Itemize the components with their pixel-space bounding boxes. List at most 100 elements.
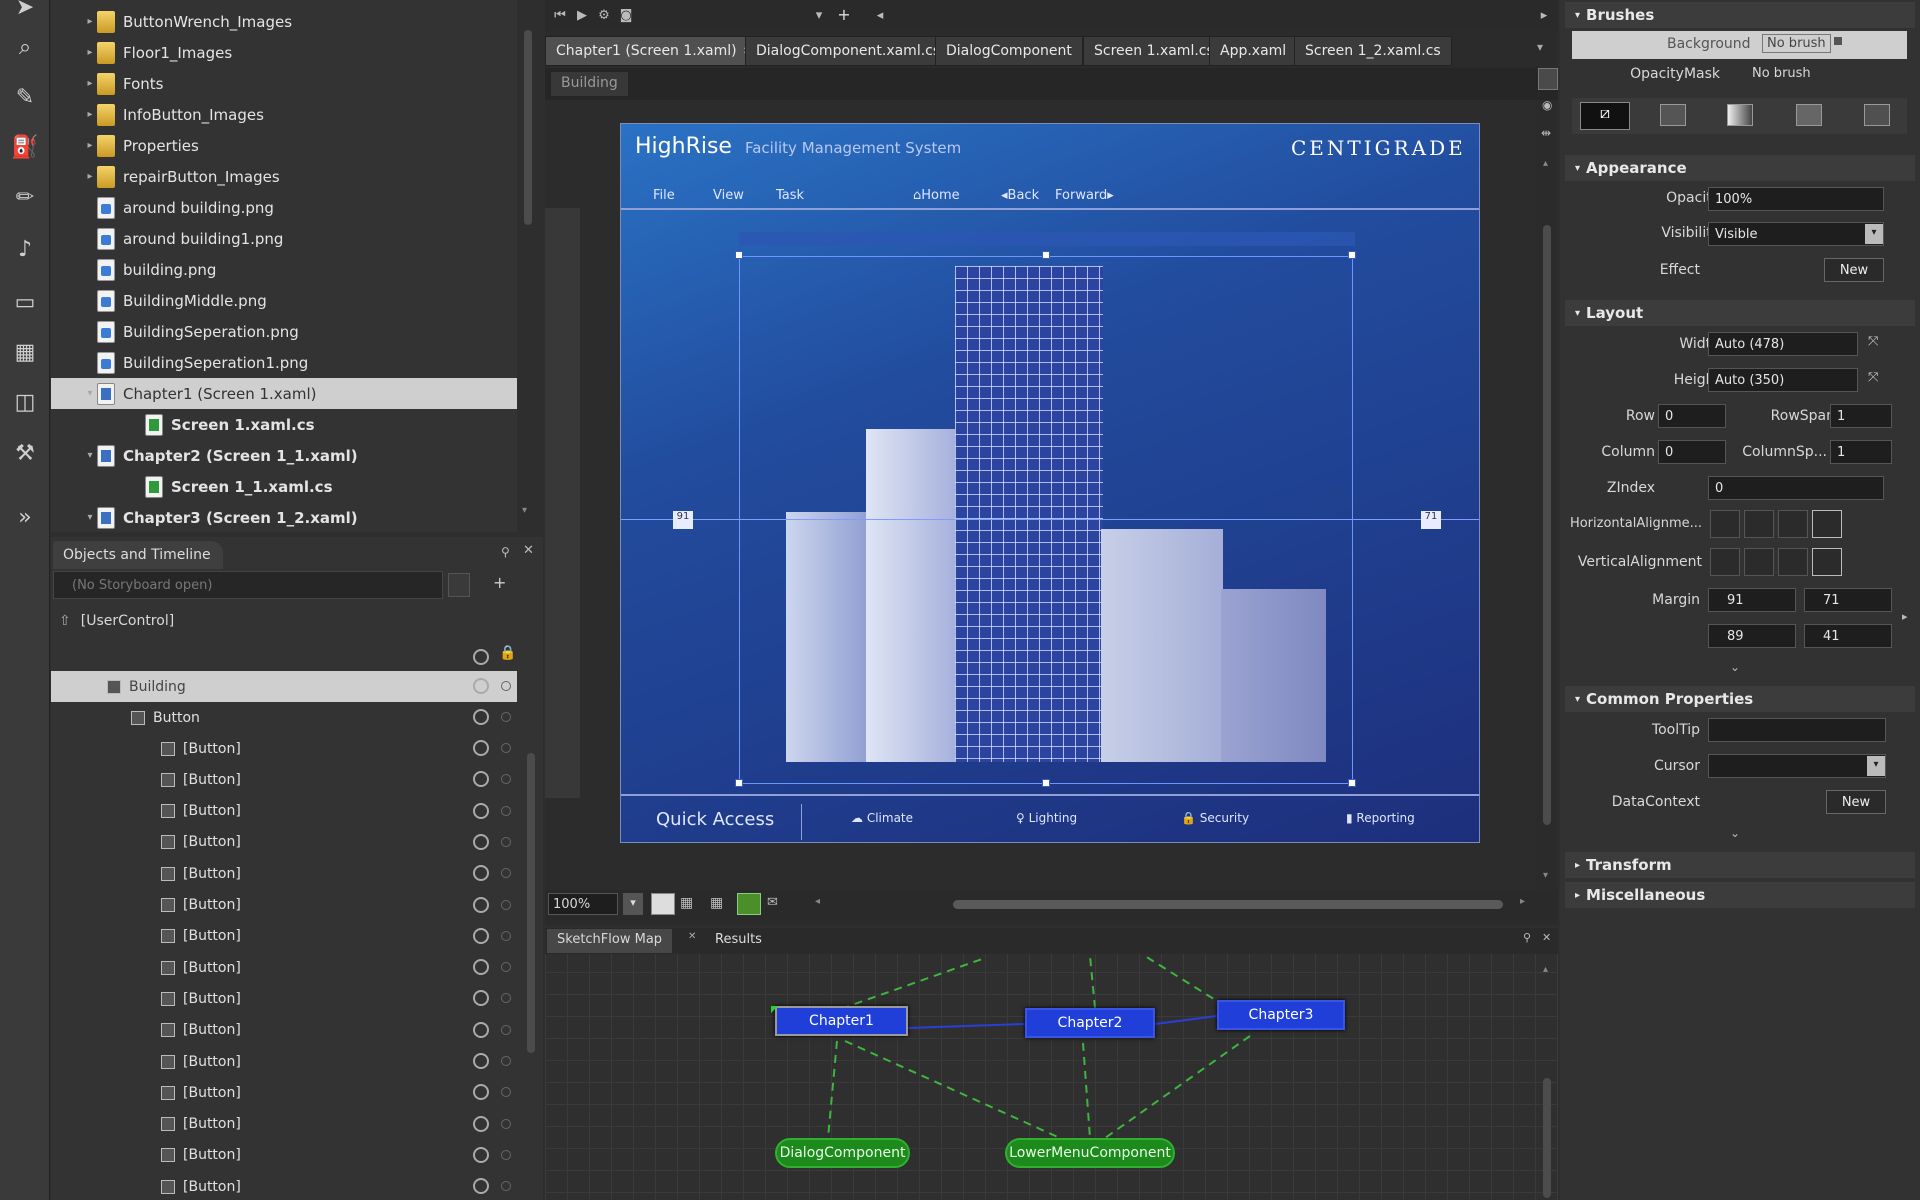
- document-tab[interactable]: Screen 1_2.xaml.cs: [1294, 36, 1452, 66]
- opacitymask-value[interactable]: No brush: [1752, 66, 1811, 81]
- scroll-left-icon[interactable]: ◂: [815, 896, 820, 907]
- eye-icon[interactable]: [473, 1178, 489, 1195]
- project-tree-item[interactable]: BuildingSeperation.png: [51, 316, 517, 347]
- resource-brush-icon[interactable]: [1864, 104, 1890, 126]
- height-field[interactable]: Auto (350): [1708, 368, 1858, 392]
- object-row-building[interactable]: Building: [51, 671, 517, 702]
- artboard-mode-icon[interactable]: [1538, 68, 1558, 90]
- object-row-child-button[interactable]: [Button]: [51, 983, 517, 1014]
- project-tree-item[interactable]: building.png: [51, 254, 517, 285]
- menu-view[interactable]: View: [713, 188, 744, 203]
- climate-button[interactable]: ☁ Climate: [851, 811, 913, 825]
- project-tree-item[interactable]: BuildingMiddle.png: [51, 285, 517, 316]
- project-scrollbar[interactable]: [524, 30, 532, 225]
- section-common-properties[interactable]: ▾ Common Properties: [1565, 686, 1915, 712]
- object-row-child-button[interactable]: [Button]: [51, 921, 517, 952]
- object-row-child-button[interactable]: [Button]: [51, 827, 517, 858]
- resize-handle[interactable]: [1042, 251, 1050, 259]
- snap-lines-icon[interactable]: [737, 893, 761, 915]
- flow-node-dialogcomponent[interactable]: DialogComponent: [775, 1138, 910, 1168]
- lock-toggle-icon[interactable]: [501, 1149, 511, 1160]
- document-tab[interactable]: App.xaml: [1209, 36, 1298, 66]
- expander-icon[interactable]: ▸: [83, 109, 97, 120]
- margin-left-field[interactable]: 91: [1708, 588, 1796, 612]
- rowspan-field[interactable]: 1: [1830, 404, 1892, 428]
- project-tree-item[interactable]: ▾ Chapter3 (Screen 1_2.xaml): [51, 502, 517, 533]
- section-brushes[interactable]: ▾ Brushes: [1565, 2, 1915, 28]
- document-tab[interactable]: DialogComponent.xaml.cs: [745, 36, 952, 66]
- project-tree-item[interactable]: around building.png: [51, 192, 517, 223]
- valign-stretch-icon[interactable]: [1812, 548, 1842, 576]
- expand-more-icon[interactable]: ⌄: [1730, 660, 1740, 674]
- align-right-icon[interactable]: [1778, 510, 1808, 538]
- object-row-child-button[interactable]: [Button]: [51, 1077, 517, 1108]
- reporting-button[interactable]: ▮ Reporting: [1346, 811, 1415, 825]
- nav-forward[interactable]: Forward▸: [1055, 188, 1114, 203]
- objects-tab[interactable]: Objects and Timeline: [53, 541, 223, 569]
- object-row-child-button[interactable]: [Button]: [51, 858, 517, 889]
- chevron-left-icon[interactable]: ◂: [871, 6, 889, 24]
- nav-back[interactable]: ◂Back: [1001, 188, 1039, 203]
- lock-toggle-icon[interactable]: [501, 1024, 511, 1035]
- props-scroll-indicator[interactable]: ▸: [1902, 610, 1908, 623]
- align-left-icon[interactable]: [1710, 510, 1740, 538]
- vertical-scrollbar[interactable]: [1543, 225, 1551, 825]
- object-row-child-button[interactable]: [Button]: [51, 764, 517, 795]
- lighting-button[interactable]: ♀ Lighting: [1016, 811, 1077, 825]
- eye-icon[interactable]: [473, 959, 489, 976]
- nav-home[interactable]: ⌂Home: [913, 188, 960, 203]
- lock-toggle-icon[interactable]: [501, 962, 511, 973]
- lock-toggle-icon[interactable]: [501, 993, 511, 1004]
- width-field[interactable]: Auto (478): [1708, 332, 1858, 356]
- menu-task[interactable]: Task: [776, 188, 804, 203]
- visibility-select[interactable]: Visible: [1708, 222, 1884, 246]
- lock-icon[interactable]: 🔒: [499, 645, 516, 661]
- section-miscellaneous[interactable]: ▸ Miscellaneous: [1565, 882, 1915, 908]
- valign-top-icon[interactable]: [1710, 548, 1740, 576]
- project-tree-item[interactable]: ▸ Floor1_Images: [51, 37, 517, 68]
- zindex-field[interactable]: 0: [1708, 476, 1884, 500]
- auto-size-icon[interactable]: ⤧: [1868, 370, 1878, 385]
- datacontext-new-button[interactable]: New: [1826, 790, 1886, 814]
- chevron-down-icon[interactable]: ▾: [1867, 756, 1885, 776]
- eye-icon[interactable]: [473, 649, 489, 665]
- document-tab[interactable]: Chapter1 (Screen 1.xaml) ✕: [545, 36, 762, 66]
- rectangle-tool-icon[interactable]: ▭: [8, 285, 42, 319]
- resize-handle[interactable]: [1042, 779, 1050, 787]
- play-icon[interactable]: ▶: [573, 6, 591, 24]
- zoom-tool-icon[interactable]: ⌕: [8, 30, 42, 64]
- objects-scrollbar[interactable]: [527, 753, 535, 1053]
- eye-icon[interactable]: [473, 1146, 489, 1163]
- expander-icon[interactable]: ▸: [83, 47, 97, 58]
- map-scrollbar[interactable]: [1543, 1078, 1551, 1198]
- expander-icon[interactable]: ▸: [83, 78, 97, 89]
- project-tree-item[interactable]: BuildingSeperation1.png: [51, 347, 517, 378]
- scope-up-icon[interactable]: ⇧: [59, 613, 71, 629]
- flow-node-chapter2[interactable]: Chapter2: [1025, 1008, 1155, 1038]
- cursor-select[interactable]: [1708, 754, 1886, 778]
- back-nav-icon[interactable]: ⏮: [551, 6, 569, 24]
- eye-icon[interactable]: [473, 1115, 489, 1132]
- expander-icon[interactable]: ▸: [83, 171, 97, 182]
- eye-icon[interactable]: [473, 771, 489, 788]
- assets-expand-icon[interactable]: »: [8, 500, 42, 534]
- scroll-right-icon[interactable]: ▸: [1520, 896, 1525, 907]
- asset-tool-icon[interactable]: ⚒: [8, 436, 42, 470]
- close-icon[interactable]: ✕: [523, 543, 534, 558]
- expand-more-icon[interactable]: ⌄: [1730, 826, 1740, 840]
- storyboard-close-button[interactable]: [448, 573, 470, 597]
- object-row-child-button[interactable]: [Button]: [51, 890, 517, 921]
- valign-bottom-icon[interactable]: [1778, 548, 1808, 576]
- split-icon[interactable]: ⇹: [1541, 126, 1551, 140]
- flow-node-chapter3[interactable]: Chapter3: [1217, 1000, 1345, 1030]
- scroll-up-icon[interactable]: ▴: [1543, 964, 1548, 975]
- eye-icon[interactable]: [473, 678, 489, 694]
- eye-icon[interactable]: [473, 1021, 489, 1038]
- grid-icon[interactable]: ▦: [680, 895, 693, 911]
- effect-new-button[interactable]: New: [1824, 258, 1884, 282]
- tooltip-field[interactable]: [1708, 718, 1886, 742]
- object-row-child-button[interactable]: [Button]: [51, 952, 517, 983]
- margin-bottom-field[interactable]: 41: [1804, 624, 1892, 648]
- expander-icon[interactable]: ▸: [83, 140, 97, 151]
- zoom-dropdown-icon[interactable]: ▾: [623, 893, 643, 915]
